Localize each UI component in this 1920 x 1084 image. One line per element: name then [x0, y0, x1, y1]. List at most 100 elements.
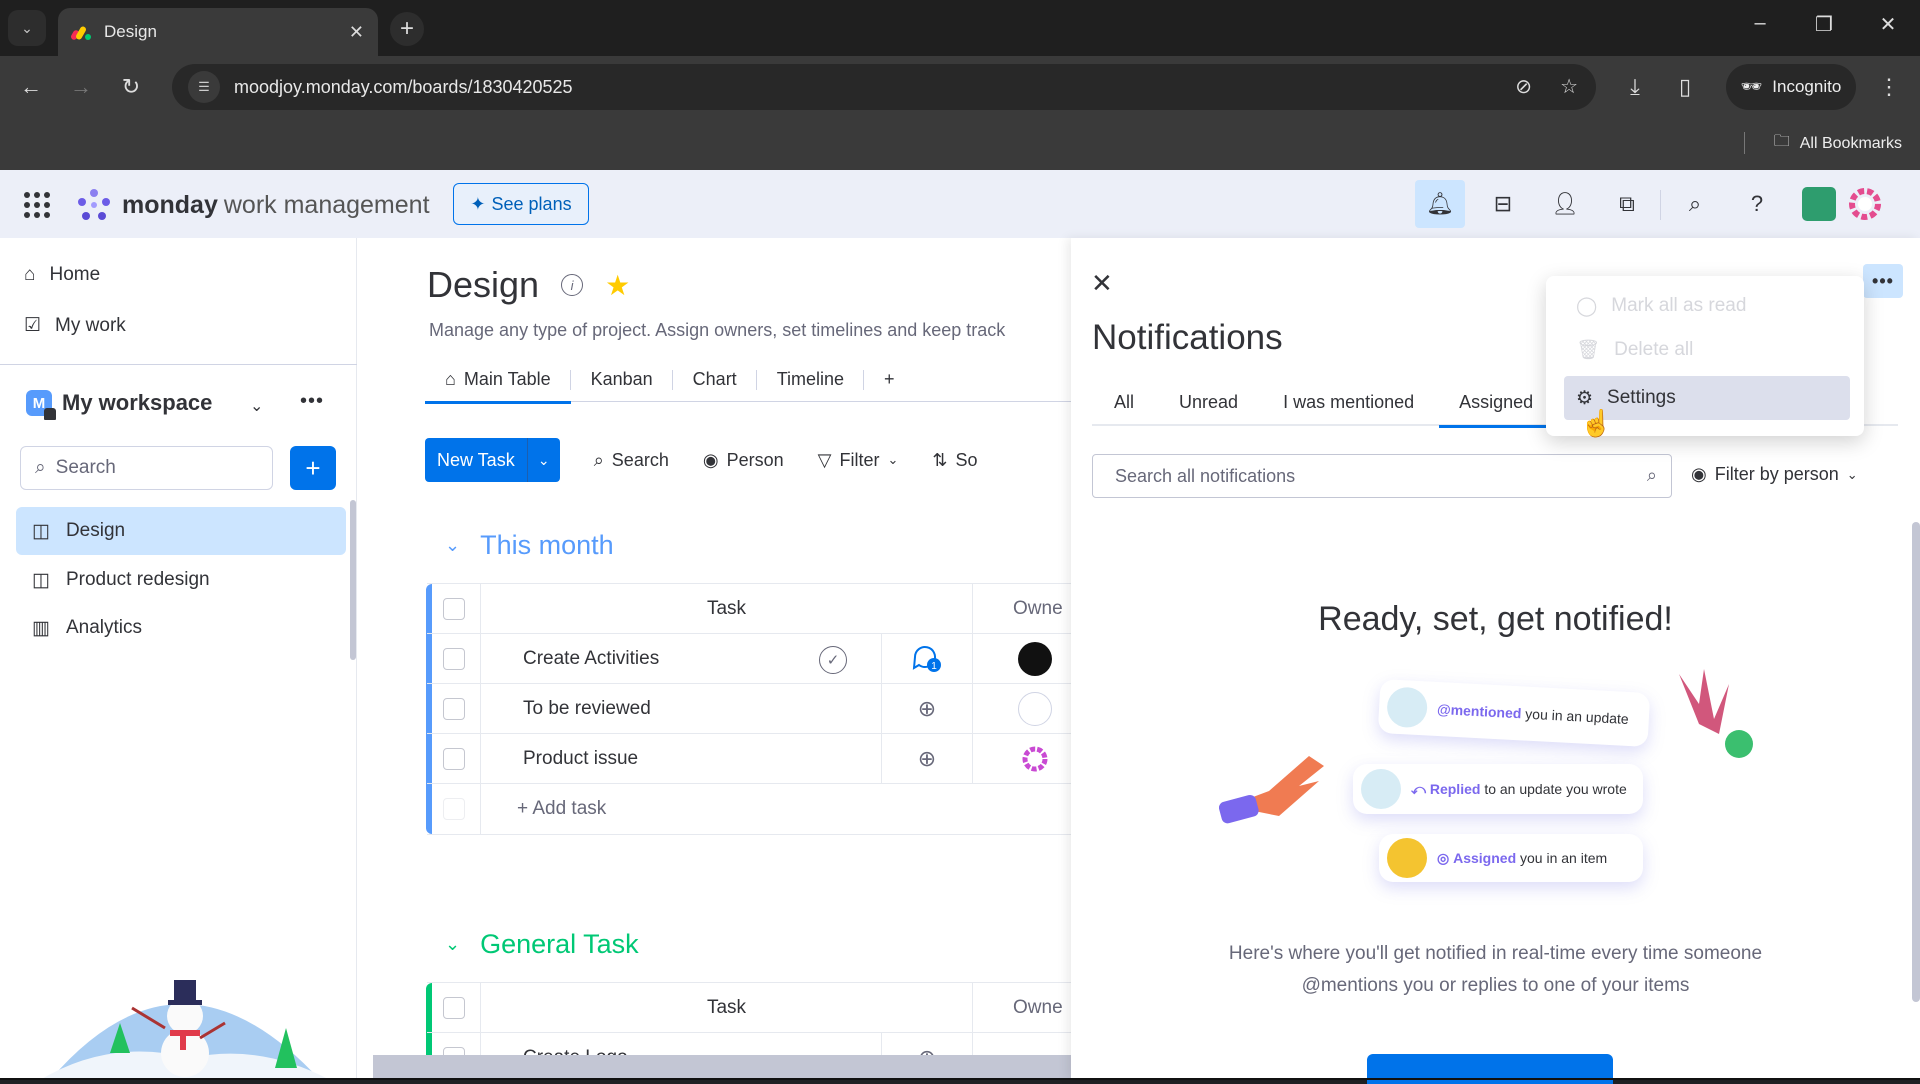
favorite-star-icon[interactable]: ★: [605, 269, 630, 302]
new-task-label[interactable]: New Task: [425, 438, 528, 482]
group-header-general-task[interactable]: ⌄ General Task: [445, 929, 639, 960]
sidebar-item-home[interactable]: ⌂ Home: [24, 264, 100, 286]
browser-menu-icon[interactable]: ⋮: [1874, 74, 1904, 100]
chevron-down-icon[interactable]: ⌄: [528, 438, 560, 482]
workspace-avatar[interactable]: [1794, 180, 1844, 228]
new-task-button[interactable]: New Task ⌄: [425, 438, 560, 482]
sidebar-board-product-redesign[interactable]: ◫ Product redesign: [16, 556, 346, 604]
side-panel-icon[interactable]: ▯: [1670, 74, 1700, 100]
sidebar-item-my-work[interactable]: ☑ My work: [24, 314, 126, 337]
chevron-down-icon[interactable]: ⌄: [250, 396, 263, 416]
task-cell[interactable]: Create Activities ✓: [481, 634, 881, 683]
see-plans-button[interactable]: ✦ See plans: [453, 183, 589, 225]
brand-logo[interactable]: monday work management: [76, 188, 430, 222]
all-bookmarks-button[interactable]: 🗀 All Bookmarks: [1743, 130, 1902, 157]
help-icon[interactable]: ?: [1732, 180, 1782, 228]
column-header-task[interactable]: Task: [481, 584, 973, 633]
workspace-selector[interactable]: M My workspace: [26, 390, 212, 420]
owner-cell[interactable]: [973, 684, 1071, 733]
filter-button[interactable]: ▽ Filter ⌄: [818, 450, 899, 471]
updates-cell[interactable]: ⊕: [881, 684, 973, 733]
row-checkbox[interactable]: [427, 734, 481, 783]
table-row[interactable]: To be reviewed ⊕: [427, 684, 1071, 734]
site-settings-icon[interactable]: ☰: [188, 71, 220, 103]
restore-icon[interactable]: ❐: [1804, 12, 1844, 37]
sidebar-search-input[interactable]: ⌕ Search: [20, 446, 273, 490]
group-header-this-month[interactable]: ⌄ This month: [445, 530, 614, 561]
url-input[interactable]: ☰ moodjoy.monday.com/boards/1830420525 ⊘…: [172, 64, 1596, 110]
sort-button[interactable]: ⇅ So: [932, 450, 977, 471]
tab-mentioned[interactable]: I was mentioned: [1283, 378, 1414, 426]
apps-puzzle-icon[interactable]: ⧉: [1602, 180, 1652, 228]
incognito-badge[interactable]: 🕶 Incognito: [1726, 64, 1856, 110]
tab-search-button[interactable]: ⌄: [8, 10, 46, 46]
chevron-down-icon[interactable]: ⌄: [445, 535, 460, 556]
chevron-down-icon[interactable]: ⌄: [445, 934, 460, 955]
eye-off-icon[interactable]: ⊘: [1515, 74, 1532, 99]
tab-timeline[interactable]: Timeline: [757, 358, 865, 402]
group-name[interactable]: This month: [480, 530, 614, 561]
info-icon[interactable]: i: [561, 274, 584, 296]
filter-by-person-button[interactable]: ◉ Filter by person ⌄: [1691, 464, 1858, 485]
forward-icon[interactable]: →: [66, 74, 96, 100]
row-checkbox[interactable]: [427, 684, 481, 733]
person-filter-button[interactable]: ◉ Person: [703, 450, 784, 471]
add-item-button[interactable]: +: [290, 446, 336, 490]
tab-all[interactable]: All: [1114, 378, 1134, 426]
close-icon[interactable]: ✕: [1091, 268, 1113, 299]
owner-cell[interactable]: [973, 634, 1071, 683]
new-tab-button[interactable]: +: [390, 12, 424, 46]
horizontal-scrollbar[interactable]: [373, 1055, 1071, 1080]
notifications-search-input[interactable]: Search all notifications ⌕: [1092, 454, 1672, 498]
more-options-button[interactable]: •••: [1863, 264, 1903, 298]
add-task-input[interactable]: + Add task: [481, 784, 881, 834]
sidebar-dashboard-analytics[interactable]: ▥ Analytics: [16, 604, 346, 652]
download-icon[interactable]: ⤓: [1620, 74, 1650, 100]
browser-tab[interactable]: Design ✕: [58, 8, 378, 56]
board-title[interactable]: Design: [427, 264, 539, 306]
task-cell[interactable]: Product issue: [481, 734, 881, 783]
search-icon[interactable]: ⌕: [1670, 180, 1720, 228]
tab-assigned[interactable]: Assigned: [1439, 378, 1554, 428]
notifications-bell-icon[interactable]: 🔔︎: [1415, 180, 1465, 228]
tab-chart[interactable]: Chart: [673, 358, 757, 402]
close-tab-icon[interactable]: ✕: [349, 22, 364, 43]
owner-cell[interactable]: [973, 734, 1071, 783]
filter-label: Filter by person: [1714, 464, 1839, 484]
check-circle-icon[interactable]: ✓: [819, 646, 847, 674]
table-row[interactable]: Create Activities ✓ 1: [427, 634, 1071, 684]
minimize-icon[interactable]: –: [1740, 12, 1780, 35]
table-row[interactable]: Product issue ⊕: [427, 734, 1071, 784]
apps-grid-icon[interactable]: [24, 192, 50, 218]
select-all-checkbox[interactable]: [427, 584, 481, 633]
notifications-scrollbar[interactable]: [1912, 522, 1920, 1002]
sidebar-board-design[interactable]: ◫ Design: [16, 507, 346, 555]
column-header-owner[interactable]: Owne: [973, 584, 1071, 633]
bookmark-star-icon[interactable]: ☆: [1560, 74, 1578, 99]
tab-unread[interactable]: Unread: [1179, 378, 1238, 426]
add-view-button[interactable]: +: [864, 358, 915, 402]
column-header-task[interactable]: Task: [481, 983, 973, 1032]
updates-cell[interactable]: ⊕: [881, 734, 973, 783]
user-avatar[interactable]: [1840, 180, 1890, 228]
sidebar-scrollbar[interactable]: [350, 500, 356, 660]
menu-item-mark-all-read[interactable]: ◯ Mark all as read: [1564, 284, 1850, 328]
reload-icon[interactable]: ↻: [116, 74, 146, 100]
add-task-row[interactable]: + Add task: [427, 784, 1071, 834]
search-button[interactable]: ⌕ Search: [594, 450, 669, 471]
task-cell[interactable]: To be reviewed: [481, 684, 881, 733]
tab-kanban[interactable]: Kanban: [571, 358, 673, 402]
close-window-icon[interactable]: ✕: [1868, 12, 1908, 37]
group-name[interactable]: General Task: [480, 929, 639, 960]
menu-item-delete-all[interactable]: 🗑︎ Delete all: [1564, 328, 1850, 372]
inbox-icon[interactable]: ⊟: [1478, 180, 1528, 228]
back-icon[interactable]: ←: [16, 74, 46, 100]
more-options-icon[interactable]: •••: [300, 390, 324, 413]
invite-members-icon[interactable]: 👤︎: [1540, 180, 1590, 228]
column-header-owner[interactable]: Owne: [973, 983, 1071, 1032]
updates-cell[interactable]: 1: [881, 634, 973, 683]
tab-main-table[interactable]: ⌂ Main Table: [425, 358, 571, 404]
select-all-checkbox[interactable]: [427, 983, 481, 1032]
home-icon: ⌂: [24, 264, 36, 285]
row-checkbox[interactable]: [427, 634, 481, 683]
